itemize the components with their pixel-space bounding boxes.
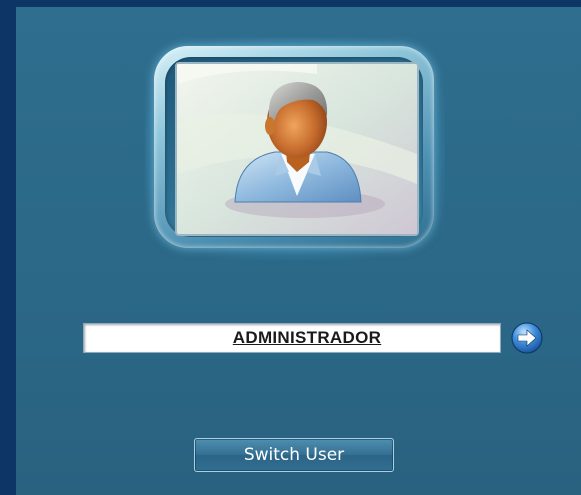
switch-user-label: Switch User	[243, 445, 345, 465]
user-avatar-icon	[177, 64, 417, 234]
username-field[interactable]: ADMINISTRADOR	[83, 323, 501, 353]
window-top-border	[0, 0, 581, 7]
window-left-border	[0, 0, 16, 495]
login-submit-button[interactable]	[511, 322, 543, 354]
user-avatar	[175, 62, 419, 236]
arrow-right-icon	[511, 322, 543, 354]
switch-user-button[interactable]: Switch User	[194, 438, 394, 472]
username-label: ADMINISTRADOR	[232, 328, 382, 347]
